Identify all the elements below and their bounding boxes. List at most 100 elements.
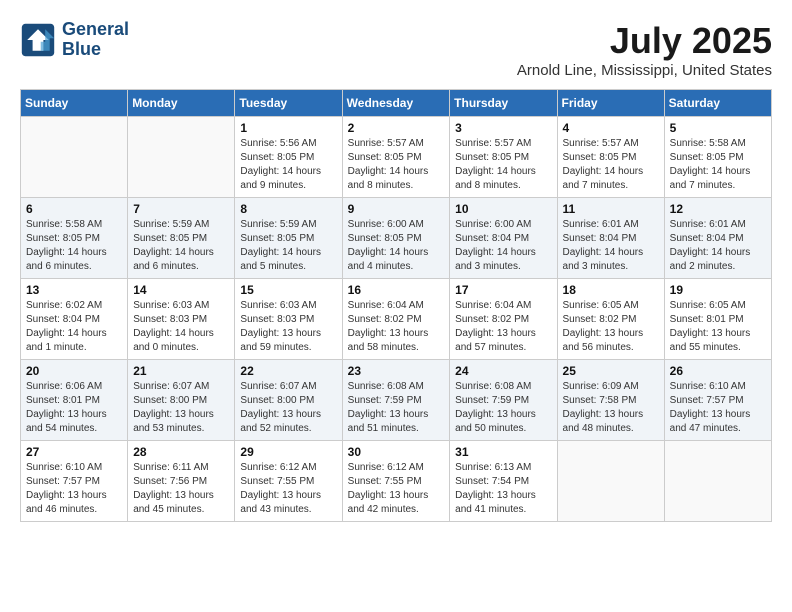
day-info: Sunrise: 6:00 AM Sunset: 8:04 PM Dayligh… [455, 218, 551, 274]
calendar-cell: 11 Sunrise: 6:01 AM Sunset: 8:04 PM Dayli… [557, 198, 664, 279]
day-info: Sunrise: 6:01 AM Sunset: 8:04 PM Dayligh… [563, 218, 659, 274]
calendar-cell [21, 117, 128, 198]
day-info: Sunrise: 5:56 AM Sunset: 8:05 PM Dayligh… [240, 137, 336, 193]
day-number: 9 [348, 202, 445, 216]
calendar-cell: 4 Sunrise: 5:57 AM Sunset: 8:05 PM Daylig… [557, 117, 664, 198]
day-info: Sunrise: 6:12 AM Sunset: 7:55 PM Dayligh… [240, 461, 336, 517]
day-number: 27 [26, 445, 122, 459]
weekday-header: Thursday [450, 90, 557, 117]
day-number: 29 [240, 445, 336, 459]
day-number: 10 [455, 202, 551, 216]
day-number: 6 [26, 202, 122, 216]
logo: General Blue [20, 20, 129, 60]
calendar-cell: 23 Sunrise: 6:08 AM Sunset: 7:59 PM Dayli… [342, 360, 450, 441]
calendar-week-row: 6 Sunrise: 5:58 AM Sunset: 8:05 PM Daylig… [21, 198, 772, 279]
calendar-cell: 16 Sunrise: 6:04 AM Sunset: 8:02 PM Dayli… [342, 279, 450, 360]
day-info: Sunrise: 5:57 AM Sunset: 8:05 PM Dayligh… [348, 137, 445, 193]
day-number: 4 [563, 121, 659, 135]
day-info: Sunrise: 6:07 AM Sunset: 8:00 PM Dayligh… [133, 380, 229, 436]
calendar-week-row: 13 Sunrise: 6:02 AM Sunset: 8:04 PM Dayli… [21, 279, 772, 360]
calendar-cell: 19 Sunrise: 6:05 AM Sunset: 8:01 PM Dayli… [664, 279, 771, 360]
day-number: 31 [455, 445, 551, 459]
day-number: 26 [670, 364, 766, 378]
day-number: 24 [455, 364, 551, 378]
day-info: Sunrise: 5:59 AM Sunset: 8:05 PM Dayligh… [133, 218, 229, 274]
day-number: 21 [133, 364, 229, 378]
day-number: 15 [240, 283, 336, 297]
day-info: Sunrise: 6:02 AM Sunset: 8:04 PM Dayligh… [26, 299, 122, 355]
day-info: Sunrise: 6:06 AM Sunset: 8:01 PM Dayligh… [26, 380, 122, 436]
day-number: 7 [133, 202, 229, 216]
weekday-header: Sunday [21, 90, 128, 117]
calendar-cell: 6 Sunrise: 5:58 AM Sunset: 8:05 PM Daylig… [21, 198, 128, 279]
day-number: 23 [348, 364, 445, 378]
calendar-cell: 22Sunrise: 6:07 AM Sunset: 8:00 PM Dayli… [235, 360, 342, 441]
day-number: 14 [133, 283, 229, 297]
calendar-cell [557, 441, 664, 522]
day-number: 28 [133, 445, 229, 459]
day-number: 25 [563, 364, 659, 378]
weekday-header: Monday [128, 90, 235, 117]
day-info: Sunrise: 6:03 AM Sunset: 8:03 PM Dayligh… [133, 299, 229, 355]
day-info: Sunrise: 6:05 AM Sunset: 8:01 PM Dayligh… [670, 299, 766, 355]
calendar: SundayMondayTuesdayWednesdayThursdayFrid… [20, 89, 772, 522]
calendar-cell: 31Sunrise: 6:13 AM Sunset: 7:54 PM Dayli… [450, 441, 557, 522]
calendar-cell: 7 Sunrise: 5:59 AM Sunset: 8:05 PM Daylig… [128, 198, 235, 279]
calendar-week-row: 1 Sunrise: 5:56 AM Sunset: 8:05 PM Daylig… [21, 117, 772, 198]
day-info: Sunrise: 5:58 AM Sunset: 8:05 PM Dayligh… [670, 137, 766, 193]
day-number: 20 [26, 364, 122, 378]
calendar-cell: 28Sunrise: 6:11 AM Sunset: 7:56 PM Dayli… [128, 441, 235, 522]
day-info: Sunrise: 6:01 AM Sunset: 8:04 PM Dayligh… [670, 218, 766, 274]
day-number: 22 [240, 364, 336, 378]
day-number: 2 [348, 121, 445, 135]
day-info: Sunrise: 6:08 AM Sunset: 7:59 PM Dayligh… [455, 380, 551, 436]
day-info: Sunrise: 6:05 AM Sunset: 8:02 PM Dayligh… [563, 299, 659, 355]
weekday-header: Tuesday [235, 90, 342, 117]
day-info: Sunrise: 6:04 AM Sunset: 8:02 PM Dayligh… [348, 299, 445, 355]
day-number: 1 [240, 121, 336, 135]
calendar-cell [664, 441, 771, 522]
calendar-cell [128, 117, 235, 198]
calendar-cell: 18 Sunrise: 6:05 AM Sunset: 8:02 PM Dayli… [557, 279, 664, 360]
day-info: Sunrise: 6:10 AM Sunset: 7:57 PM Dayligh… [26, 461, 122, 517]
calendar-cell: 2 Sunrise: 5:57 AM Sunset: 8:05 PM Daylig… [342, 117, 450, 198]
calendar-cell: 25 Sunrise: 6:09 AM Sunset: 7:58 PM Dayli… [557, 360, 664, 441]
calendar-cell: 24 Sunrise: 6:08 AM Sunset: 7:59 PM Dayli… [450, 360, 557, 441]
day-info: Sunrise: 6:12 AM Sunset: 7:55 PM Dayligh… [348, 461, 445, 517]
day-info: Sunrise: 5:59 AM Sunset: 8:05 PM Dayligh… [240, 218, 336, 274]
day-info: Sunrise: 6:00 AM Sunset: 8:05 PM Dayligh… [348, 218, 445, 274]
day-info: Sunrise: 5:58 AM Sunset: 8:05 PM Dayligh… [26, 218, 122, 274]
logo-line1: General [62, 20, 129, 40]
day-number: 11 [563, 202, 659, 216]
day-info: Sunrise: 5:57 AM Sunset: 8:05 PM Dayligh… [455, 137, 551, 193]
title-area: July 2025 Arnold Line, Mississippi, Unit… [517, 20, 772, 79]
calendar-cell: 27 Sunrise: 6:10 AM Sunset: 7:57 PM Dayli… [21, 441, 128, 522]
day-number: 8 [240, 202, 336, 216]
calendar-week-row: 20 Sunrise: 6:06 AM Sunset: 8:01 PM Dayli… [21, 360, 772, 441]
calendar-week-row: 27 Sunrise: 6:10 AM Sunset: 7:57 PM Dayli… [21, 441, 772, 522]
day-number: 13 [26, 283, 122, 297]
calendar-cell: 20 Sunrise: 6:06 AM Sunset: 8:01 PM Dayli… [21, 360, 128, 441]
weekday-header: Friday [557, 90, 664, 117]
day-info: Sunrise: 6:08 AM Sunset: 7:59 PM Dayligh… [348, 380, 445, 436]
calendar-cell: 17 Sunrise: 6:04 AM Sunset: 8:02 PM Dayli… [450, 279, 557, 360]
day-info: Sunrise: 6:04 AM Sunset: 8:02 PM Dayligh… [455, 299, 551, 355]
day-number: 19 [670, 283, 766, 297]
day-info: Sunrise: 6:03 AM Sunset: 8:03 PM Dayligh… [240, 299, 336, 355]
weekday-header: Saturday [664, 90, 771, 117]
calendar-cell: 5 Sunrise: 5:58 AM Sunset: 8:05 PM Daylig… [664, 117, 771, 198]
calendar-cell: 8 Sunrise: 5:59 AM Sunset: 8:05 PM Daylig… [235, 198, 342, 279]
day-number: 17 [455, 283, 551, 297]
calendar-cell: 10 Sunrise: 6:00 AM Sunset: 8:04 PM Dayli… [450, 198, 557, 279]
calendar-cell: 14 Sunrise: 6:03 AM Sunset: 8:03 PM Dayli… [128, 279, 235, 360]
day-number: 5 [670, 121, 766, 135]
calendar-cell: 12Sunrise: 6:01 AM Sunset: 8:04 PM Dayli… [664, 198, 771, 279]
day-info: Sunrise: 6:09 AM Sunset: 7:58 PM Dayligh… [563, 380, 659, 436]
day-number: 16 [348, 283, 445, 297]
calendar-cell: 29 Sunrise: 6:12 AM Sunset: 7:55 PM Dayli… [235, 441, 342, 522]
calendar-cell: 15 Sunrise: 6:03 AM Sunset: 8:03 PM Dayli… [235, 279, 342, 360]
day-number: 18 [563, 283, 659, 297]
day-info: Sunrise: 5:57 AM Sunset: 8:05 PM Dayligh… [563, 137, 659, 193]
header: General Blue July 2025 Arnold Line, Miss… [20, 20, 772, 79]
logo-icon [20, 22, 56, 58]
